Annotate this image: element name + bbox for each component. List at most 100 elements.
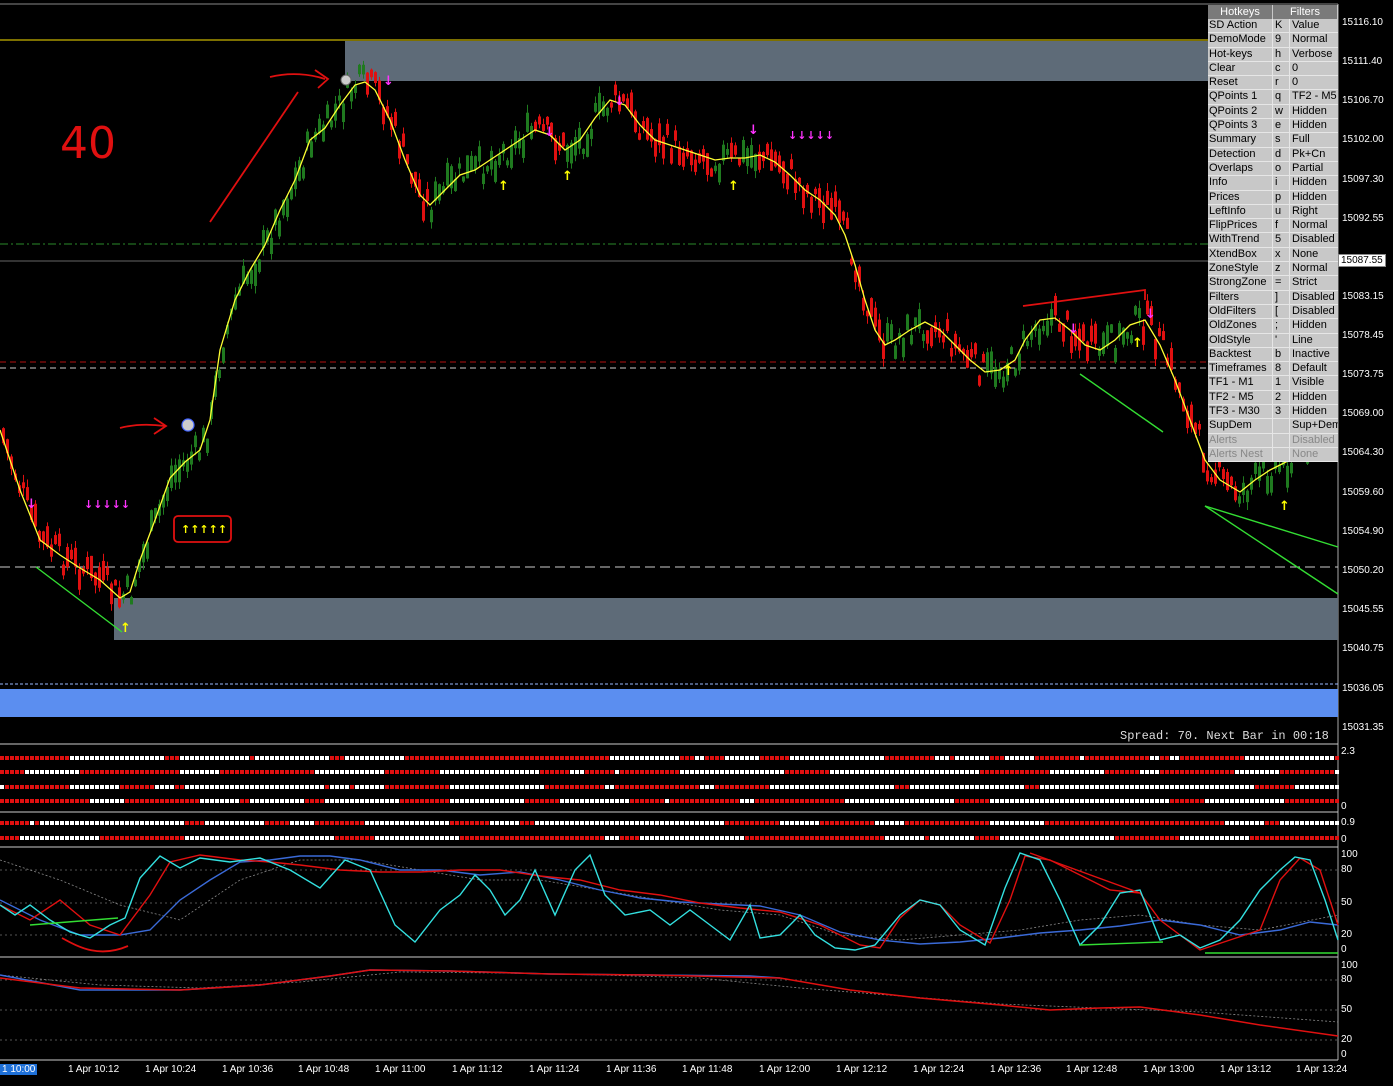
strength-dot: [1320, 785, 1324, 789]
strength-dot: [470, 770, 474, 774]
panel-row[interactable]: Backtest b Inactive: [1208, 347, 1338, 363]
panel-row[interactable]: Hot-keys h Verbose: [1208, 47, 1338, 62]
panel-row[interactable]: WithTrend 5 Disabled: [1208, 233, 1338, 248]
strength-dot: [980, 770, 984, 774]
panel-row[interactable]: LeftInfo u Right: [1208, 204, 1338, 220]
strength-dot: [435, 770, 439, 774]
strength-dot: [1060, 799, 1064, 803]
strength-dot: [1205, 836, 1209, 840]
strength-dot: [1225, 785, 1229, 789]
panel-row[interactable]: DemoMode 9 Normal: [1208, 33, 1338, 48]
strength-dot: [1020, 770, 1024, 774]
panel-row[interactable]: StrongZone = Strict: [1208, 276, 1338, 291]
strength-dot: [1315, 756, 1319, 760]
strength-dot: [310, 821, 314, 825]
strength-dot: [710, 756, 714, 760]
panel-row[interactable]: TF1 - M1 1 Visible: [1208, 376, 1338, 391]
strength-dot: [710, 836, 714, 840]
strength-dot: [270, 770, 274, 774]
strength-dot: [125, 785, 129, 789]
strength-dot: [960, 756, 964, 760]
strength-dot: [800, 785, 804, 789]
strength-dot: [610, 785, 614, 789]
strength-dot: [950, 756, 954, 760]
strength-dot: [455, 799, 459, 803]
strength-dot: [810, 770, 814, 774]
strength-dot: [790, 821, 794, 825]
panel-row[interactable]: TF3 - M30 3 Hidden: [1208, 405, 1338, 420]
candle-body: [914, 317, 917, 327]
panel-row[interactable]: Summary s Full: [1208, 133, 1338, 148]
strength-dot: [1175, 836, 1179, 840]
panel-row[interactable]: OldStyle ' Line: [1208, 333, 1338, 348]
panel-row[interactable]: Alerts Nest None: [1208, 447, 1338, 463]
strength-dot: [670, 821, 674, 825]
panel-row[interactable]: FlipPrices f Normal: [1208, 219, 1338, 234]
strength-dot: [935, 821, 939, 825]
panel-row[interactable]: Clear c 0: [1208, 61, 1338, 77]
panel-row[interactable]: QPoints 2 w Hidden: [1208, 104, 1338, 120]
strength-dot: [725, 785, 729, 789]
strength-dot: [1035, 785, 1039, 789]
strength-dot: [940, 821, 944, 825]
panel-row[interactable]: Alerts Disabled: [1208, 433, 1338, 448]
strength-dot: [865, 836, 869, 840]
strength-dot: [925, 756, 929, 760]
panel-cell-value: Disabled: [1292, 233, 1335, 246]
strength-dot: [160, 770, 164, 774]
strength-dot: [1280, 836, 1284, 840]
panel-row[interactable]: XtendBox x None: [1208, 247, 1338, 263]
strength-dot: [430, 799, 434, 803]
strength-dot: [505, 785, 509, 789]
panel-row[interactable]: OldZones; Hidden: [1208, 319, 1338, 334]
strength-dot: [770, 770, 774, 774]
strength-dot: [510, 785, 514, 789]
strength-dot: [865, 821, 869, 825]
panel-row[interactable]: Reset r 0: [1208, 76, 1338, 91]
panel-cell-key: q: [1273, 90, 1290, 104]
panel-row[interactable]: TF2 - M5 2 Hidden: [1208, 390, 1338, 406]
panel-row[interactable]: OldFilters[Disabled: [1208, 304, 1338, 320]
tab-filters[interactable]: Filters: [1273, 5, 1338, 19]
strength-dot: [1250, 836, 1254, 840]
strength-dot: [665, 799, 669, 803]
tab-hotkeys[interactable]: Hotkeys: [1208, 5, 1273, 19]
panel-row[interactable]: SupDem Sup+Dem: [1208, 419, 1338, 434]
strength-dot: [1080, 756, 1084, 760]
panel-row[interactable]: Info i Hidden: [1208, 176, 1338, 191]
strength-dot: [1115, 785, 1119, 789]
panel-row[interactable]: QPoints 1 q TF2 - M5: [1208, 90, 1338, 105]
strength-dot: [105, 785, 109, 789]
panel-row[interactable]: QPoints 3 e Hidden: [1208, 119, 1338, 134]
strength-dot: [585, 821, 589, 825]
svg-text:↓: ↓: [26, 497, 37, 512]
strength-dot: [970, 821, 974, 825]
strength-dot: [430, 821, 434, 825]
strength-dot: [1150, 799, 1154, 803]
strength-dot: [760, 770, 764, 774]
panel-row[interactable]: ZoneStyle z Normal: [1208, 262, 1338, 277]
panel-row[interactable]: Detection d Pk+Cn: [1208, 147, 1338, 162]
panel-row[interactable]: Prices p Hidden: [1208, 190, 1338, 205]
strength-dot: [390, 785, 394, 789]
strength-dot: [60, 836, 64, 840]
chart-canvas[interactable]: 40 ↑ ↑ ↑ ↑ ↑ ↑ ↑ ↑↑↑↑↑ ↓ ↓ ↓ ↓ ↓ ↓ ↓ ↓ ↓…: [0, 0, 1393, 1086]
strength-dot: [1100, 756, 1104, 760]
panel-row[interactable]: Overlaps o Partial: [1208, 161, 1338, 177]
strength-dot: [280, 799, 284, 803]
strength-dot: [185, 821, 189, 825]
svg-text:↑: ↑: [728, 179, 739, 194]
panel-row[interactable]: Filters] Disabled: [1208, 290, 1338, 305]
panel-row[interactable]: Timeframes 8 Default: [1208, 362, 1338, 377]
strength-dot: [1255, 770, 1259, 774]
candle-body: [870, 298, 873, 317]
candle-body: [902, 337, 905, 358]
strength-dot: [275, 821, 279, 825]
svg-text:↓: ↓: [544, 125, 555, 140]
panel-row[interactable]: SD Action K Value: [1208, 19, 1338, 34]
candle-body: [790, 159, 793, 169]
strength-dot: [1245, 821, 1249, 825]
candle-body: [1010, 347, 1013, 355]
strength-dot: [570, 770, 574, 774]
strength-dot: [985, 770, 989, 774]
